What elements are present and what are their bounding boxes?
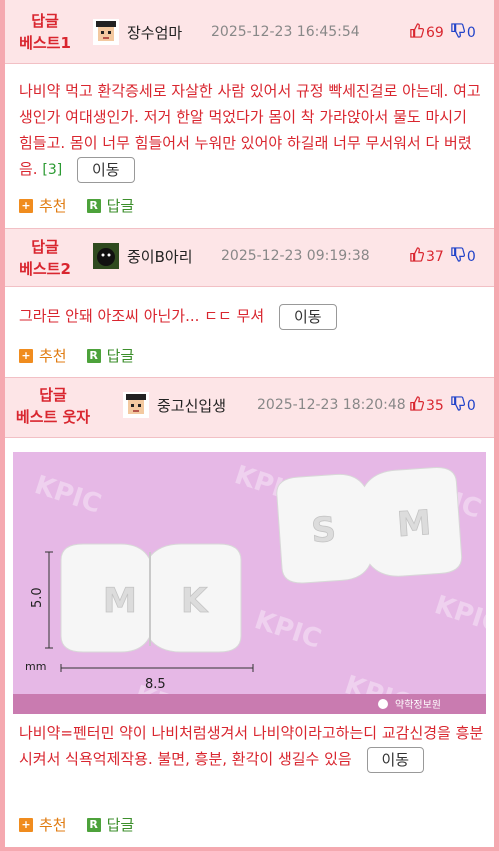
thumbs-up-icon[interactable] [409,396,425,415]
upvote-count: 37 [426,248,444,265]
thumbs-down-icon[interactable] [450,396,465,415]
rank-line-1: 답글 [31,238,59,256]
nickname[interactable]: 중이B아리 [127,246,193,267]
comment-datetime: 2025-12-23 09:19:38 [221,248,370,264]
reply-button[interactable]: R 답글 [86,345,135,366]
move-button[interactable]: 이동 [366,746,425,773]
comment-header: 답글 베스트2 중이B아리 2025-12-23 09:19:38 37 0 [5,229,494,287]
svg-text:8.5: 8.5 [145,677,166,692]
plus-icon: + [19,198,33,213]
comment-actions: + 추천 R 답글 [19,195,154,216]
rank-badge: 답글 베스트1 [15,10,75,54]
reply-label: 답글 [106,816,135,834]
recommend-label: 추천 [39,816,67,834]
comment-header: 답글 베스트1 장수엄마 2025-12-23 16:45:54 69 0 [5,0,494,64]
comment-datetime: 2025-12-23 16:45:54 [211,24,360,40]
svg-text:5.0: 5.0 [30,587,45,608]
comment-text: 그라믄 안돼 아조씨 아닌가... ㄷㄷ 무셔 [19,307,265,325]
downvote-count: 0 [466,248,476,265]
move-button[interactable]: 이동 [76,156,135,183]
vote-box: 69 0 [409,23,476,42]
avatar[interactable] [93,243,119,269]
comment-list: 답글 베스트1 장수엄마 2025-12-23 16:45:54 69 0 나비… [5,0,494,847]
pill-left: M K [60,543,242,653]
comment-body: 나비약 먹고 환각증세로 자살한 사람 있어서 규정 빡세진걸로 아는데. 여고… [19,78,485,183]
comment-actions: + 추천 R 답글 [19,345,154,366]
comment-body: 그라믄 안돼 아조씨 아닌가... ㄷㄷ 무셔 이동 [19,303,485,330]
svg-text:M: M [103,581,137,621]
recommend-label: 추천 [39,197,67,215]
reply-count[interactable]: [3] [42,162,62,178]
comment-body: 나비약=펜터민 약이 나비처럼생겨서 나비약이라고하는디 교감신경을 흥분시켜서… [19,720,485,773]
recommend-button[interactable]: + 추천 [19,345,67,366]
recommend-button[interactable]: + 추천 [19,195,67,216]
upvote-count: 35 [426,397,444,414]
pill-right: S M [276,467,463,584]
downvote-count: 0 [466,24,476,41]
rank-line-2: 베스트2 [19,260,71,278]
reply-icon: R [86,348,101,363]
reply-label: 답글 [106,347,135,365]
recommend-button[interactable]: + 추천 [19,814,67,835]
rank-badge: 답글 베스트 웃자 [13,384,93,428]
vote-box: 37 0 [409,247,476,266]
vote-box: 35 0 [409,396,476,415]
thumbs-up-icon[interactable] [409,247,425,266]
svg-text:M: M [396,503,433,545]
rank-line-1: 답글 [31,12,59,30]
svg-text:S: S [310,510,337,552]
comment-actions: + 추천 R 답글 [19,814,154,835]
move-button[interactable]: 이동 [278,303,337,330]
reply-icon: R [86,198,101,213]
rank-line-2: 베스트1 [19,34,71,52]
rank-line-1: 답글 [39,386,67,404]
avatar[interactable] [93,19,119,45]
svg-text:K: K [181,581,209,621]
reply-icon: R [86,817,101,832]
plus-icon: + [19,817,33,832]
pill-photo[interactable]: KPIC KPIC KPIC KPIC KPIC KPIC KPIC KPIC … [13,452,486,714]
thumbs-down-icon[interactable] [450,23,465,42]
rank-badge: 답글 베스트2 [15,236,75,280]
image-credit: 약학정보원 [395,699,441,711]
reply-button[interactable]: R 답글 [86,814,135,835]
recommend-label: 추천 [39,347,67,365]
plus-icon: + [19,348,33,363]
nickname[interactable]: 장수엄마 [127,22,182,43]
avatar[interactable] [123,392,149,418]
comment-header: 답글 베스트 웃자 중고신입생 2025-12-23 18:20:48 35 0 [5,378,494,438]
upvote-count: 69 [426,24,444,41]
rank-line-2: 베스트 웃자 [15,408,91,426]
nickname[interactable]: 중고신입생 [157,395,226,416]
reply-label: 답글 [106,197,135,215]
reply-button[interactable]: R 답글 [86,195,135,216]
downvote-count: 0 [466,397,476,414]
thumbs-up-icon[interactable] [409,23,425,42]
svg-text:mm: mm [25,660,46,673]
comment-datetime: 2025-12-23 18:20:48 [257,397,406,413]
thumbs-down-icon[interactable] [450,247,465,266]
